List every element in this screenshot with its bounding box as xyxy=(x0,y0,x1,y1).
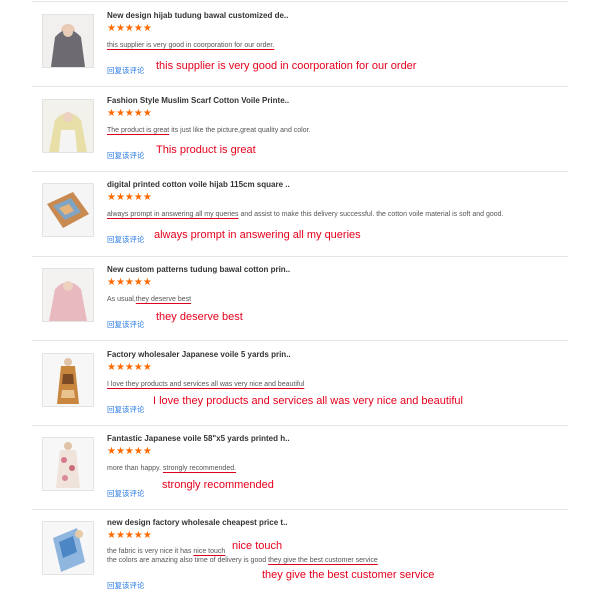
rating-stars: ★★★★★ xyxy=(107,530,152,541)
product-title[interactable]: Fantastic Japanese voile 58"x5 yards pri… xyxy=(107,434,290,443)
review-comment: The product is great its just like the p… xyxy=(107,126,311,135)
review-comment: As usual,they deserve best xyxy=(107,295,191,304)
product-title[interactable]: new design factory wholesale cheapest pr… xyxy=(107,518,288,527)
review-item: new design factory wholesale cheapest pr… xyxy=(32,511,568,595)
comment-pre: the colors are amazing also time of deli… xyxy=(107,557,269,564)
rating-stars: ★★★★★ xyxy=(107,277,152,288)
annotation-text: they give the best customer service xyxy=(262,569,435,581)
annotation-text: I love they products and services all wa… xyxy=(153,395,463,407)
review-comment: the fabric is very nice it has nice touc… xyxy=(107,547,225,556)
review-item: Fashion Style Muslim Scarf Cotton Voile … xyxy=(32,89,568,173)
rating-stars: ★★★★★ xyxy=(107,108,152,119)
rating-stars: ★★★★★ xyxy=(107,192,152,203)
product-thumbnail[interactable] xyxy=(42,437,94,491)
comment-post: and assist to make this delivery success… xyxy=(238,211,504,218)
annotation-text: they deserve best xyxy=(156,311,243,323)
review-comment: I love they products and services all wa… xyxy=(107,380,304,389)
comment-highlight: they deserve best xyxy=(135,296,192,303)
product-thumbnail[interactable] xyxy=(42,521,94,575)
product-title[interactable]: New design hijab tudung bawal customized… xyxy=(107,11,288,20)
reply-to-review-link[interactable]: 回复该评论 xyxy=(107,234,145,245)
product-title[interactable]: Factory wholesaler Japanese voile 5 yard… xyxy=(107,350,291,359)
annotation-text: This product is great xyxy=(156,144,256,156)
comment-highlight: this supplier is very good in coorporati… xyxy=(107,42,275,49)
comment-post: its just like the picture,great quality … xyxy=(169,127,311,134)
product-thumbnail[interactable] xyxy=(42,99,94,153)
product-title[interactable]: New custom patterns tudung bawal cotton … xyxy=(107,265,290,274)
review-comment: more than happy. strongly recommended. xyxy=(107,464,236,473)
review-item: New design hijab tudung bawal customized… xyxy=(32,4,568,88)
annotation-text: always prompt in answering all my querie… xyxy=(154,229,361,241)
review-divider xyxy=(32,340,568,341)
reply-to-review-link[interactable]: 回复该评论 xyxy=(107,580,145,591)
product-thumbnail[interactable] xyxy=(42,14,94,68)
comment-pre: more than happy. xyxy=(107,465,163,472)
rating-stars: ★★★★★ xyxy=(107,446,152,457)
comment-highlight: always prompt in answering all my querie… xyxy=(107,211,239,218)
comment-highlight: nice touch xyxy=(193,548,226,555)
review-comment: always prompt in answering all my querie… xyxy=(107,210,503,219)
reply-to-review-link[interactable]: 回复该评论 xyxy=(107,488,145,499)
review-divider xyxy=(32,1,568,2)
comment-highlight: I love they products and services all wa… xyxy=(107,381,305,388)
annotation-text: nice touch xyxy=(232,540,283,552)
rating-stars: ★★★★★ xyxy=(107,362,152,373)
annotation-text: strongly recommended xyxy=(162,479,274,491)
comment-pre: As usual, xyxy=(107,296,136,303)
comment-highlight: The product is great xyxy=(107,127,170,134)
reply-to-review-link[interactable]: 回复该评论 xyxy=(107,65,145,76)
reply-to-review-link[interactable]: 回复该评论 xyxy=(107,319,145,330)
review-item: New custom patterns tudung bawal cotton … xyxy=(32,258,568,342)
review-comment: this supplier is very good in coorporati… xyxy=(107,41,274,50)
reply-to-review-link[interactable]: 回复该评论 xyxy=(107,150,145,161)
comment-pre: the fabric is very nice it has xyxy=(107,548,194,555)
reply-to-review-link[interactable]: 回复该评论 xyxy=(107,404,145,415)
product-thumbnail[interactable] xyxy=(42,268,94,322)
review-item: Factory wholesaler Japanese voile 5 yard… xyxy=(32,343,568,427)
product-title[interactable]: Fashion Style Muslim Scarf Cotton Voile … xyxy=(107,96,289,105)
product-title[interactable]: digital printed cotton voile hijab 115cm… xyxy=(107,180,290,189)
product-thumbnail[interactable] xyxy=(42,353,94,407)
annotation-text: this supplier is very good in coorporati… xyxy=(156,60,417,72)
review-divider xyxy=(32,425,568,426)
comment-highlight: strongly recommended. xyxy=(162,465,237,472)
review-item: Fantastic Japanese voile 58"x5 yards pri… xyxy=(32,427,568,511)
review-divider xyxy=(32,256,568,257)
product-thumbnail[interactable] xyxy=(42,183,94,237)
review-comment-line-2: the colors are amazing also time of deli… xyxy=(107,556,378,565)
comment-highlight: they give the best customer service xyxy=(268,557,378,564)
rating-stars: ★★★★★ xyxy=(107,23,152,34)
review-item: digital printed cotton voile hijab 115cm… xyxy=(32,173,568,257)
review-divider xyxy=(32,171,568,172)
review-divider xyxy=(32,509,568,510)
review-divider xyxy=(32,86,568,87)
